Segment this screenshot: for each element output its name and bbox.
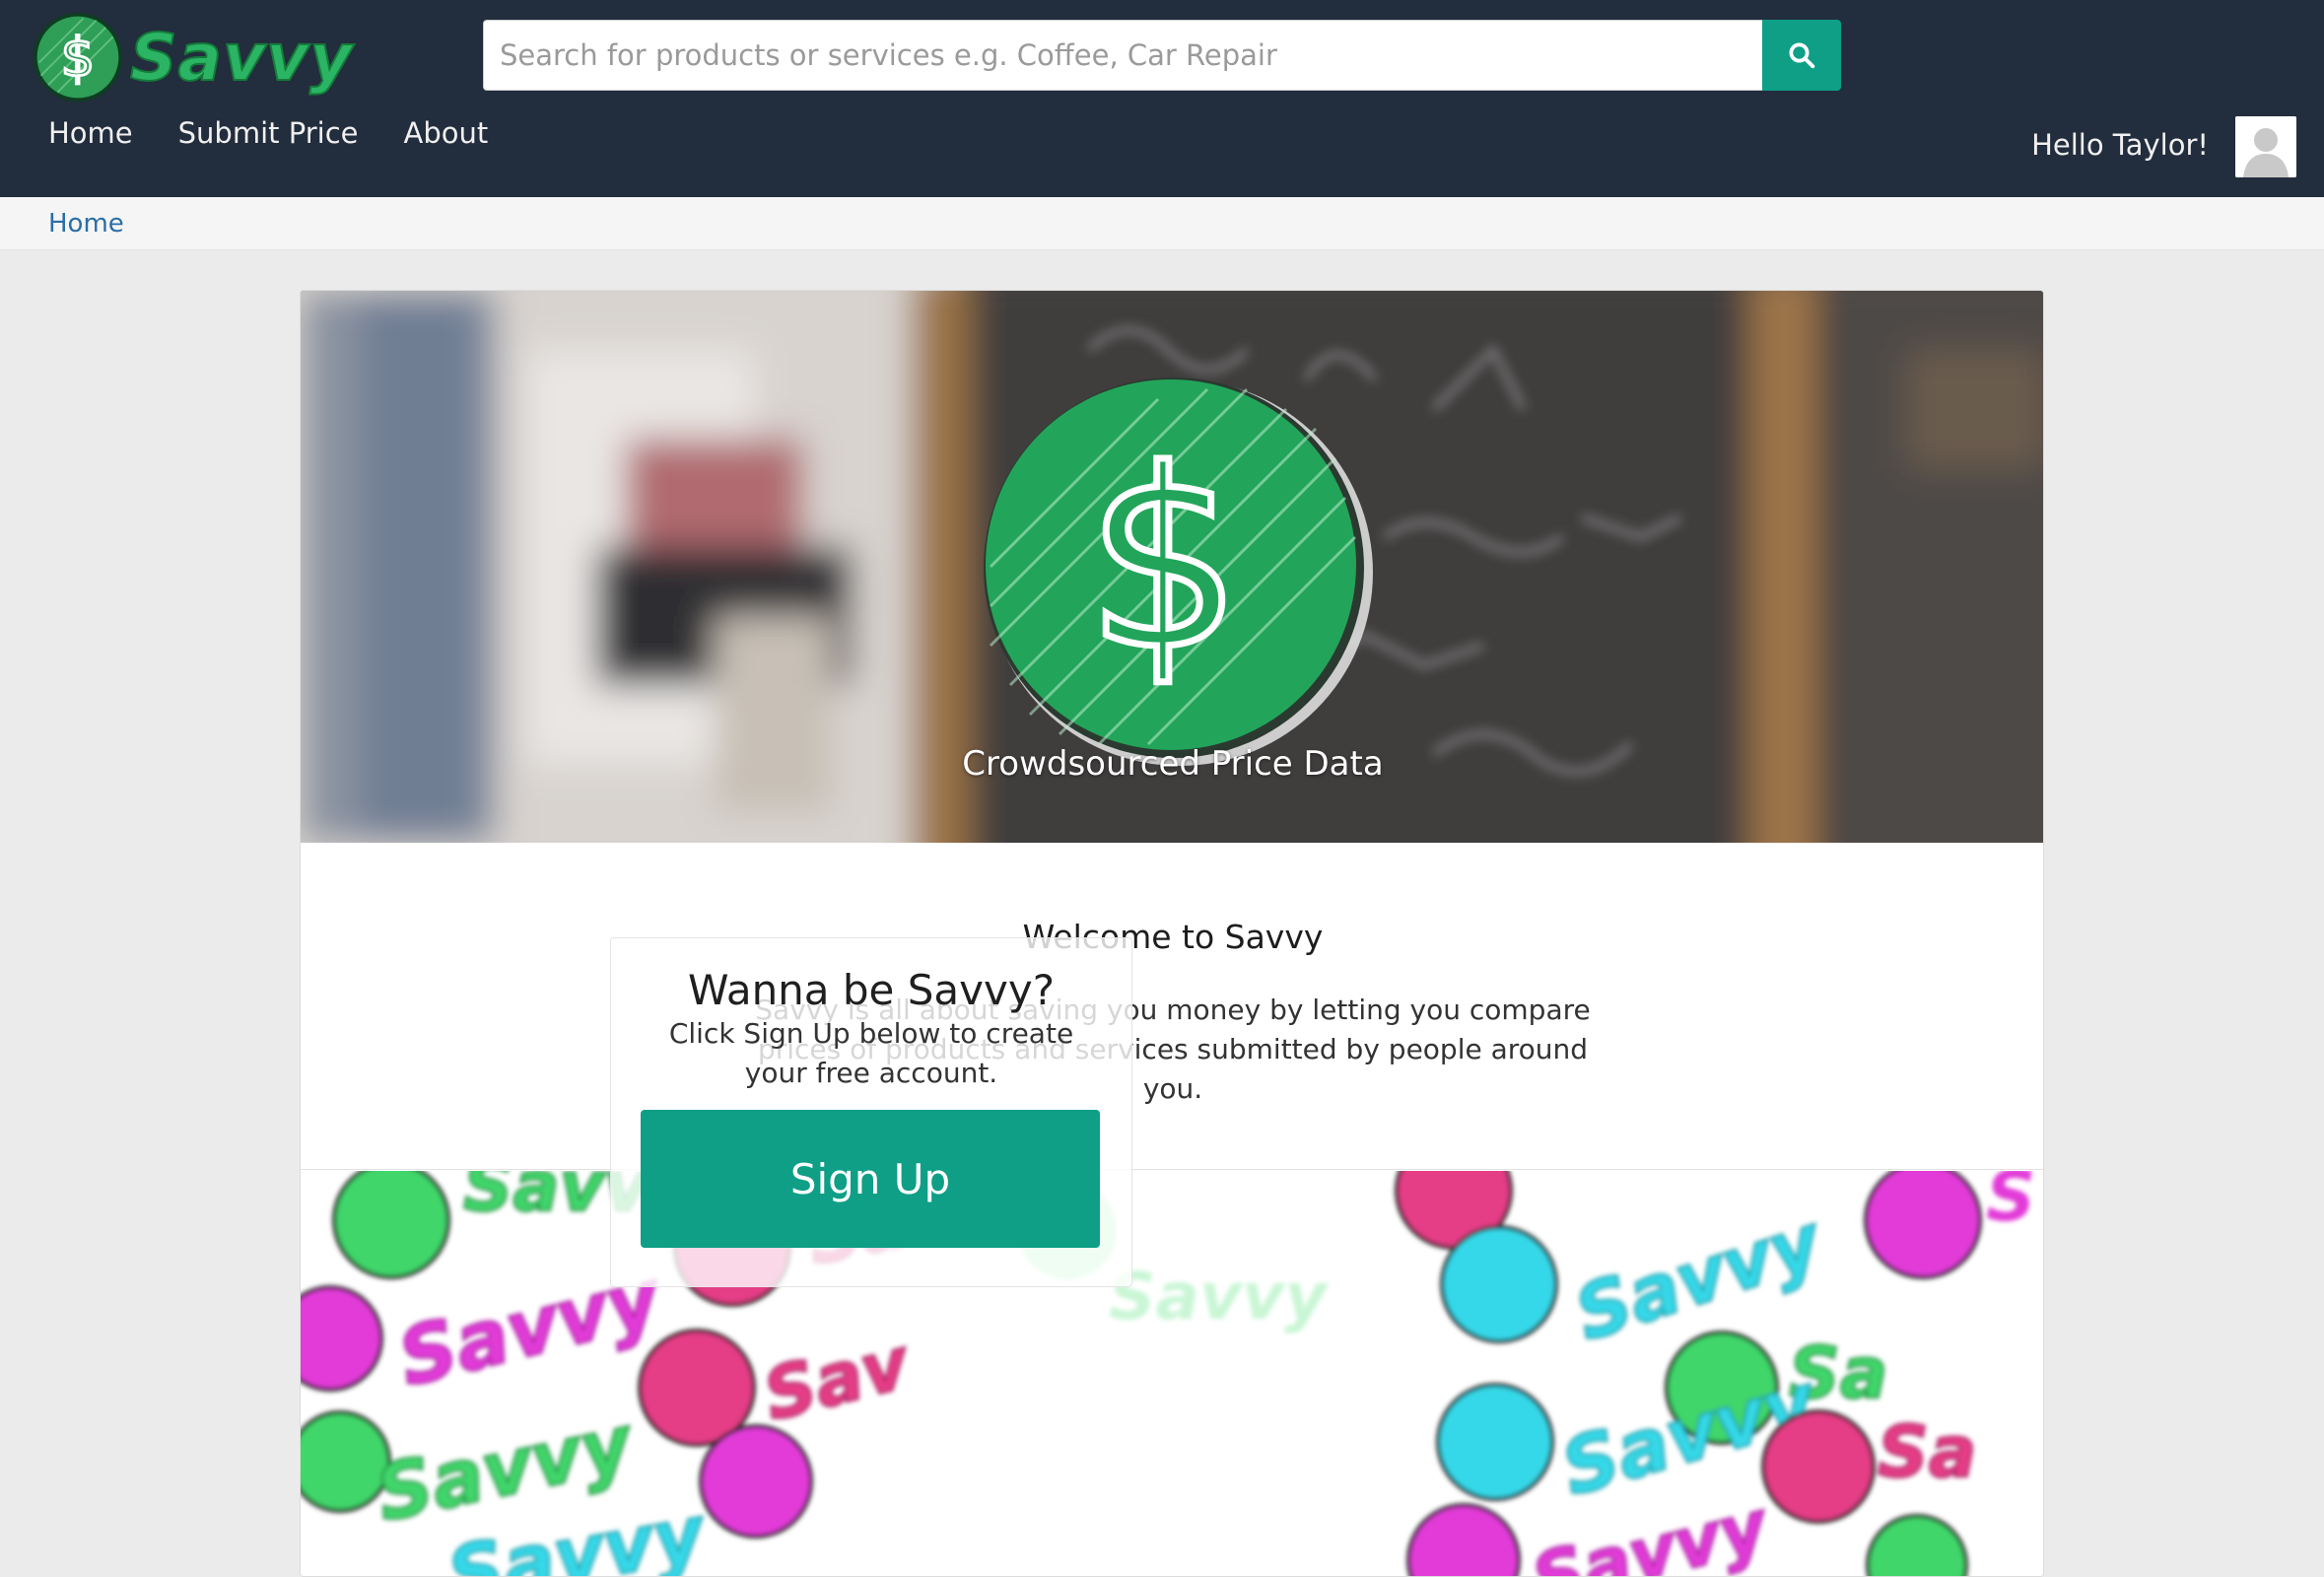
search-input[interactable] — [483, 20, 1762, 91]
signup-pattern-background: Savvy Savvy Savvy S Savvy Sav Savvy Sa — [301, 1171, 2043, 1576]
nav-about[interactable]: About — [403, 116, 488, 150]
nav-submit-price[interactable]: Submit Price — [178, 116, 359, 150]
search-button[interactable] — [1762, 20, 1841, 91]
signup-box: Wanna be Savvy? Click Sign Up below to c… — [610, 937, 1132, 1287]
sign-up-button[interactable]: Sign Up — [641, 1110, 1100, 1248]
signup-title: Wanna be Savvy? — [687, 966, 1055, 1014]
hero-caption: Crowdsourced Price Data — [962, 744, 1384, 784]
brand-logo[interactable]: $ Savvy — [32, 8, 353, 106]
search-icon — [1789, 42, 1815, 69]
brand-name: Savvy — [129, 19, 354, 97]
main-nav: Home Submit Price About — [48, 116, 533, 150]
top-navbar: $ Savvy Home Submit Price About Hello Ta… — [0, 0, 2324, 197]
dollar-coin-icon: $ — [33, 12, 123, 103]
svg-text:S: S — [1986, 1171, 2035, 1237]
svg-text:Savvy: Savvy — [1109, 1259, 1330, 1335]
search-bar — [483, 20, 1841, 91]
user-avatar[interactable] — [2235, 116, 2296, 177]
svg-text:$: $ — [1085, 417, 1242, 704]
welcome-title: Welcome to Savvy — [1022, 918, 1324, 956]
nav-home[interactable]: Home — [48, 116, 133, 150]
savvy-pattern-image: Savvy Savvy Savvy S Savvy Sav Savvy Sa — [301, 1171, 2043, 1576]
signup-text: Click Sign Up below to create your free … — [668, 1017, 1074, 1089]
welcome-section: Welcome to Savvy Savvy is all about savi… — [301, 843, 2043, 1170]
breadcrumb-home[interactable]: Home — [48, 209, 124, 239]
user-greeting[interactable]: Hello Taylor! — [2031, 128, 2209, 162]
svg-text:$: $ — [61, 26, 96, 89]
user-avatar-icon — [2235, 116, 2296, 177]
breadcrumb: Home — [0, 197, 2324, 250]
main-card: $ Crowdsourced Price Data Welcome to Sav… — [300, 290, 2044, 1577]
hero-banner: $ Crowdsourced Price Data — [301, 291, 2043, 843]
svg-text:Sa: Sa — [1878, 1410, 1976, 1493]
dollar-coin-icon: $ — [984, 377, 1373, 766]
